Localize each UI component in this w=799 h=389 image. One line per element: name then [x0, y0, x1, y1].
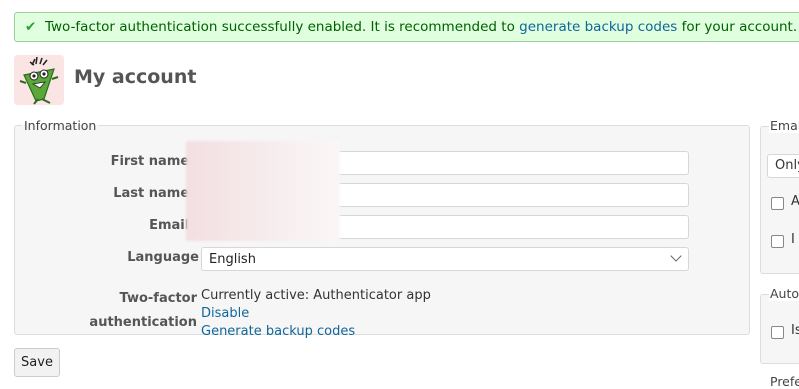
disable-two-factor-link[interactable]: Disable	[201, 306, 249, 321]
email-row: Email*	[15, 215, 751, 241]
generate-backup-codes-link-2[interactable]: Generate backup codes	[201, 324, 355, 339]
check-icon: ✔	[25, 19, 37, 35]
flash-text-after: for your account.	[677, 19, 798, 35]
email-checkbox-2[interactable]	[771, 235, 784, 248]
language-row: Language English	[15, 247, 751, 273]
information-legend: Information	[24, 118, 97, 133]
two-factor-status: Currently active: Authenticator app	[201, 288, 431, 303]
flash-notice: ✔ Two-factor authentication successfully …	[14, 12, 799, 42]
language-label: Language	[127, 250, 199, 265]
auto-watch-legend: Auto	[769, 286, 799, 301]
avatar-icon	[14, 55, 64, 105]
email-label: Email*	[9, 215, 199, 237]
language-value: English	[209, 252, 256, 267]
generate-backup-codes-link[interactable]: generate backup codes	[519, 19, 677, 35]
save-button[interactable]: Save	[14, 348, 60, 377]
user-avatar	[14, 55, 64, 105]
first-name-label: First name*	[9, 151, 199, 173]
auto-watch-checkbox-label: Is	[791, 323, 799, 338]
email-notifications-legend: Emai	[769, 118, 799, 133]
information-fieldset: Information First name* Last name* Email…	[14, 118, 751, 339]
two-factor-label: Two-factor authentication	[89, 291, 197, 330]
language-select[interactable]: English	[201, 247, 689, 271]
last-name-row: Last name*	[15, 183, 751, 209]
two-factor-values: Currently active: Authenticator app Disa…	[201, 287, 431, 341]
chevron-down-icon	[670, 250, 682, 262]
email-notifications-select[interactable]: Only	[767, 154, 799, 178]
flash-text-before: Two-factor authentication successfully e…	[45, 19, 520, 35]
redacted-personal-data	[186, 141, 340, 241]
first-name-row: First name*	[15, 151, 751, 177]
auto-watch-checkbox[interactable]	[771, 326, 784, 339]
email-checkbox-1-label: A	[791, 194, 799, 209]
email-checkbox-2-label: I	[791, 232, 795, 247]
page-title: My account	[74, 66, 197, 88]
email-checkbox-1[interactable]	[771, 197, 784, 210]
last-name-label: Last name*	[9, 183, 199, 205]
